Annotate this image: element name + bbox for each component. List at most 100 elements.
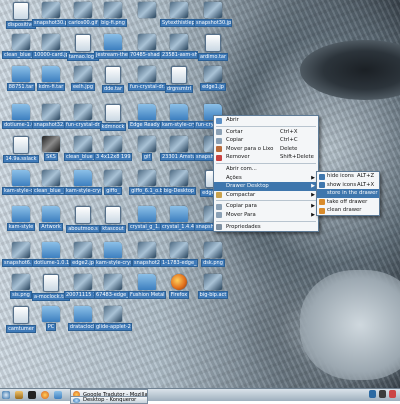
document-icon xyxy=(13,2,29,20)
desktop-icon[interactable]: edge1.jp xyxy=(196,66,230,102)
desktop-icon[interactable]: kam-style xyxy=(4,206,38,242)
network-icon[interactable] xyxy=(369,390,376,398)
desktop-icon[interactable]: dde.tar xyxy=(96,66,130,102)
desktop-icon[interactable]: kam-style-crystal-1.0 xyxy=(160,104,198,140)
desktop-icon[interactable]: kam-style-crystal-1.4 xyxy=(94,242,132,278)
desktop-icon[interactable]: kdm-fi.tar xyxy=(34,66,68,102)
image-file-icon xyxy=(42,136,60,152)
desktop-icon[interactable]: Sytexthistlepor xyxy=(160,2,198,38)
image-file-icon xyxy=(170,34,188,50)
desktop-icon[interactable]: big-bip.act xyxy=(196,274,230,310)
desktop-icon[interactable]: dsk.png xyxy=(196,242,230,278)
menu-item[interactable]: Remover Shift+Delete xyxy=(214,153,318,162)
image-file-icon xyxy=(170,170,188,186)
desktop-icon[interactable]: carlos00.gif xyxy=(66,2,100,38)
clipboard-icon[interactable] xyxy=(389,390,396,398)
desktop-icon[interactable]: jestream-theme.tar xyxy=(94,34,132,70)
folder-icon xyxy=(12,206,30,222)
menu-item[interactable]: show icons ALT+X xyxy=(317,181,379,190)
image-file-icon xyxy=(170,242,188,258)
desktop-icon[interactable]: eelh.jpg xyxy=(66,66,100,102)
desktop-icon[interactable]: sis.png xyxy=(4,274,38,310)
firefox-icon xyxy=(171,274,187,290)
desktop-icon[interactable]: camtumer xyxy=(4,306,38,342)
menu-item-label: Propriedades xyxy=(226,223,261,230)
desktop-icon[interactable]: giffo_6.1_o.b xyxy=(129,170,165,206)
desktop-icon[interactable]: PC xyxy=(34,306,68,342)
desktop-icon[interactable]: crystal_g_1.0.1.tar xyxy=(128,206,166,242)
desktop-icon[interactable]: ktascout xyxy=(96,206,130,242)
desktop-icon[interactable]: Edge Ready Hu-tar xyxy=(128,104,166,140)
desktop-icon[interactable] xyxy=(130,2,164,38)
menu-item[interactable]: Copiar Ctrl+C xyxy=(214,136,318,145)
desktop-icon[interactable]: kdmnock xyxy=(96,104,130,140)
desktop-icon[interactable]: fun-crystal-dr.png xyxy=(128,66,166,102)
menu-item[interactable]: Mover Para ▶ xyxy=(214,211,318,220)
desktop-icon[interactable]: Firefox xyxy=(162,274,196,310)
quicklaunch-home[interactable] xyxy=(13,391,26,400)
menu-item[interactable]: take off drawer xyxy=(317,198,379,207)
desktop-icon[interactable]: fun-crystal-dr.png xyxy=(64,104,102,140)
image-file-icon xyxy=(204,66,222,82)
desktop-icon[interactable]: kam-style-crystal-1.0 xyxy=(64,170,102,206)
desktop-icon[interactable]: 23301 Amstudio xyxy=(160,136,198,172)
menu-item[interactable]: Copiar para ▶ xyxy=(214,202,318,211)
desktop-icon[interactable]: crystal_1.4.4-dock xyxy=(160,206,198,242)
menu-item[interactable]: store in the drawer xyxy=(317,189,379,198)
desktop-icon[interactable]: big-Desktop xyxy=(161,170,197,206)
desktop-icon[interactable]: 88751.tar xyxy=(4,66,38,102)
menu-item[interactable]: Abrir com... xyxy=(214,165,318,174)
desktop-icon[interactable]: 10000-card.jpg xyxy=(32,34,70,70)
desktop-icon[interactable]: drgnsmtrl xyxy=(162,66,196,102)
menu-item[interactable]: Drawer Desktop ▶ xyxy=(214,182,318,191)
desktop-icon-label: dde.tar xyxy=(101,85,125,93)
desktop-icon[interactable]: 1-1783-edge_la xyxy=(160,242,198,278)
desktop-icon[interactable]: 3 4x12x8 1993 xyxy=(94,136,132,172)
desktop-icon[interactable]: clean_blue_1024x768 xyxy=(32,170,70,206)
desktop-icon[interactable]: glide-applet-2.0 xyxy=(94,306,132,342)
taskbar-item-konqueror[interactable]: Desktop - Konqueror xyxy=(70,396,148,404)
desktop-icon[interactable]: dotlume-1.0.1dz xyxy=(32,242,70,278)
desktop-icon[interactable]: snapshot30.jpg xyxy=(194,2,232,38)
menu-separator xyxy=(216,125,316,127)
desktop-icon-label: big-fi.png xyxy=(99,19,127,27)
desktop-icon-label: big-Desktop xyxy=(161,187,197,195)
desktop-icon[interactable]: giffo_ xyxy=(96,170,130,206)
desktop-icon[interactable]: snapshot30.png xyxy=(32,2,70,38)
desktop-icon[interactable]: 23581-asm-shadow.jpg xyxy=(160,34,198,70)
desktop-icon[interactable]: 67483-edge_tar xyxy=(94,274,132,310)
start-button[interactable] xyxy=(0,391,13,400)
quicklaunch-files[interactable] xyxy=(52,391,65,400)
menu-item[interactable]: Propriedades xyxy=(214,223,318,232)
desktop-icon[interactable]: a-moclock.tar xyxy=(32,274,70,310)
menu-item[interactable]: Ações ▶ xyxy=(214,174,318,183)
desktop-icon[interactable]: gif xyxy=(130,136,164,172)
menu-item[interactable]: clean drawer xyxy=(317,206,379,215)
volume-icon[interactable] xyxy=(379,390,386,398)
desktop-icon[interactable]: big-fi.png xyxy=(96,2,130,38)
menu-item[interactable]: hide icons ALT+Z xyxy=(317,172,379,181)
quicklaunch-browser[interactable] xyxy=(39,391,52,400)
menu-item-icon xyxy=(319,207,325,214)
quicklaunch-terminal[interactable] xyxy=(26,391,39,400)
desktop-icon[interactable]: aboutmoo.s xyxy=(66,206,100,242)
desktop-icon[interactable]: 14.9a.sslack xyxy=(3,136,39,172)
desktop-icon[interactable]: SKS xyxy=(34,136,68,172)
menu-item[interactable]: Mover para o Lixo Delete xyxy=(214,145,318,154)
menu-item-icon xyxy=(319,182,325,189)
desktop-icon[interactable]: snapshot32.png xyxy=(32,104,70,140)
image-file-icon xyxy=(204,274,222,290)
desktop-icon-label: carlos00.gif xyxy=(66,19,100,27)
menu-item[interactable]: Cortar Ctrl+X xyxy=(214,128,318,137)
desktop-icon[interactable]: snapshot2 xyxy=(130,242,164,278)
document-icon xyxy=(13,306,29,324)
menu-item-icon xyxy=(216,146,222,153)
desktop-icon-label: kam-style-crystal-1.4 xyxy=(94,259,132,267)
menu-item[interactable]: Abrir xyxy=(214,116,318,125)
desktop-icon[interactable]: Fushion Metal 1.4 xyxy=(128,274,166,310)
desktop-icon[interactable]: ardimo.tar xyxy=(196,34,230,70)
desktop-icon[interactable]: 70485-shadow.jpg xyxy=(128,34,166,70)
menu-item[interactable]: Compactar ▶ xyxy=(214,191,318,200)
desktop-icon[interactable]: Artwork xyxy=(34,206,68,242)
desktop-icon-label: glide-applet-2.0 xyxy=(94,323,132,331)
